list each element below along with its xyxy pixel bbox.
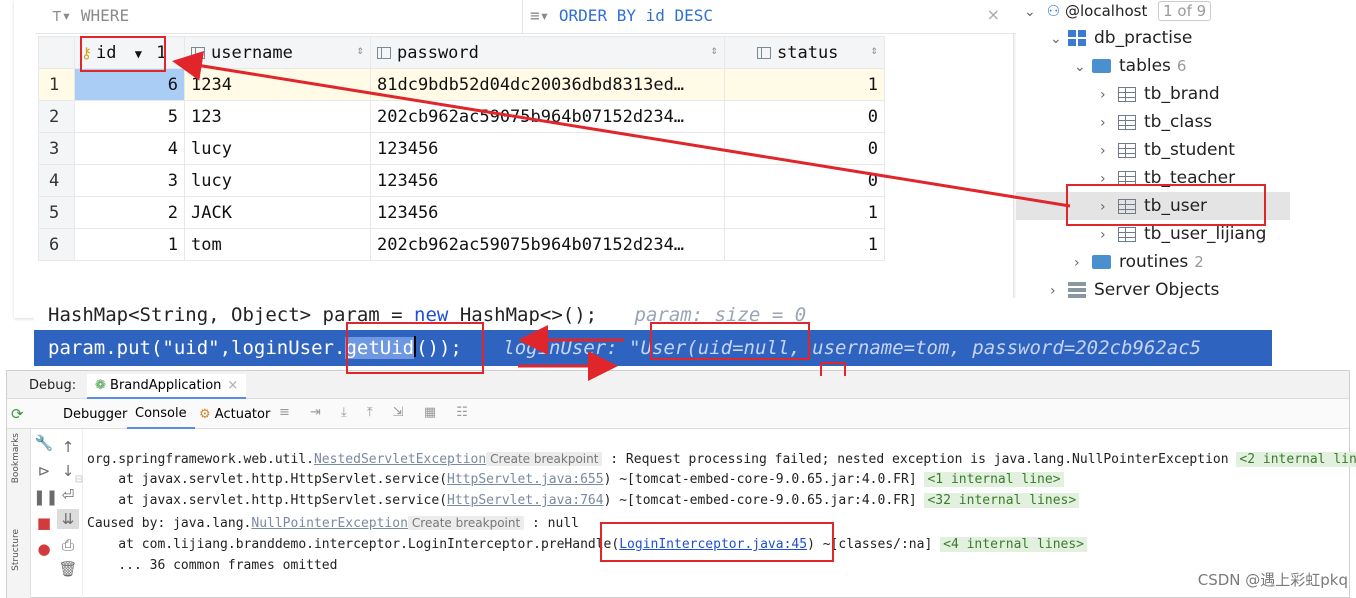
annotation-arrows (172, 51, 1071, 381)
watermark: CSDN @遇上彩虹pkq (1197, 571, 1348, 589)
arrow-tb-user-to-id (172, 51, 1071, 208)
